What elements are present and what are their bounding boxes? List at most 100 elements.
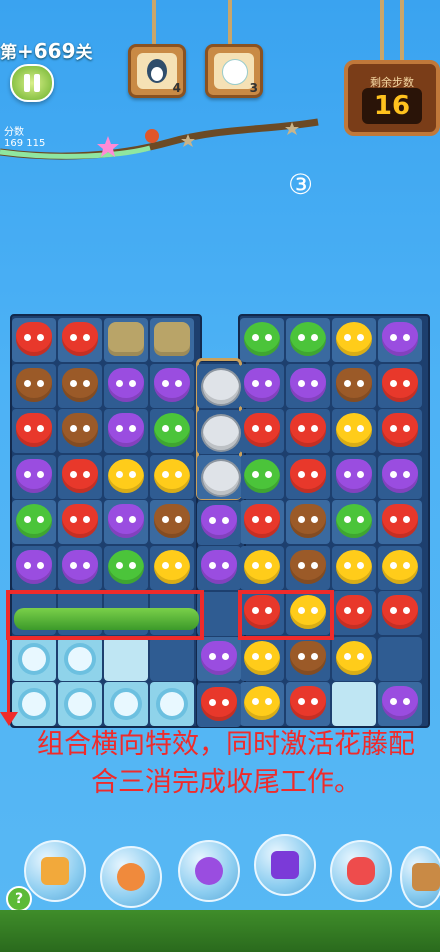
board-cell[interactable] [240, 500, 284, 544]
board-cell[interactable] [197, 500, 241, 545]
board-cell[interactable] [104, 545, 148, 590]
board-cell[interactable] [378, 545, 422, 590]
board-cell[interactable] [286, 454, 330, 499]
leaf-piece-icon [108, 322, 144, 356]
booster-hammer[interactable] [330, 840, 392, 902]
board-cell[interactable] [150, 454, 194, 499]
board-cell[interactable] [12, 363, 56, 408]
owl-piece-icon [382, 458, 418, 493]
fox-piece-icon [244, 504, 280, 538]
board-cell[interactable] [58, 545, 102, 590]
board-cell[interactable] [286, 636, 330, 681]
board-cell[interactable] [12, 636, 56, 681]
level-prefix: 第 [0, 43, 17, 63]
board-cell[interactable] [240, 545, 284, 590]
board-cell[interactable] [378, 318, 422, 362]
board-cell[interactable] [286, 409, 330, 453]
board-cell[interactable] [150, 363, 194, 408]
board-cell[interactable] [150, 636, 194, 681]
pause-button[interactable] [10, 64, 54, 102]
board-cell[interactable] [378, 409, 422, 453]
board-cell[interactable] [150, 318, 194, 362]
board-cell[interactable] [150, 500, 194, 544]
board-cell[interactable] [104, 454, 148, 499]
board-cell[interactable] [104, 318, 148, 362]
board-cell[interactable] [197, 682, 241, 727]
board-cell[interactable] [104, 682, 148, 726]
fox-piece-icon [62, 458, 98, 493]
board-cell[interactable] [104, 500, 148, 544]
board-cell[interactable] [378, 591, 422, 635]
frog-piece-icon [290, 322, 326, 356]
board-cell[interactable] [12, 500, 56, 544]
frog-piece-icon [336, 504, 372, 538]
board-cell[interactable] [240, 318, 284, 362]
board-cell[interactable] [150, 409, 194, 453]
board-cell[interactable] [378, 454, 422, 499]
board-cell[interactable] [12, 545, 56, 590]
board-cell[interactable] [104, 363, 148, 408]
board-cell[interactable] [332, 318, 376, 362]
board-cell[interactable] [240, 682, 284, 726]
board-cell[interactable] [286, 500, 330, 544]
board-cell[interactable] [378, 636, 422, 681]
frog-piece-icon [244, 322, 280, 356]
board-cell[interactable] [332, 682, 376, 726]
board-cell[interactable] [12, 318, 56, 362]
help-button[interactable]: ? [6, 886, 32, 912]
board-cell[interactable] [286, 318, 330, 362]
chick-piece-icon [336, 322, 372, 356]
board-cell[interactable] [12, 682, 56, 726]
board-cell[interactable] [286, 363, 330, 408]
owl-piece-icon [244, 367, 280, 402]
board-cell[interactable] [286, 545, 330, 590]
board-cell[interactable] [58, 682, 102, 726]
rope-decoration [400, 0, 404, 60]
board-cell[interactable] [332, 454, 376, 499]
board-cell[interactable] [104, 409, 148, 453]
board-cell[interactable] [378, 500, 422, 544]
board-cell[interactable] [378, 682, 422, 726]
frog-piece-icon [16, 504, 52, 538]
board-cell[interactable] [240, 636, 284, 681]
booster-shuffle[interactable] [24, 840, 86, 902]
board-cell[interactable] [197, 546, 241, 590]
board-cell[interactable] [150, 545, 194, 590]
booster-swap[interactable] [178, 840, 240, 902]
board-cell[interactable] [58, 454, 102, 499]
board-cell[interactable] [197, 637, 241, 681]
board-cell[interactable] [150, 682, 194, 726]
extra-booster-icon [412, 863, 440, 891]
booster-row-clear[interactable] [254, 834, 316, 896]
fox-piece-icon [62, 504, 98, 538]
owl-piece-icon [108, 504, 144, 538]
board-cell[interactable] [58, 363, 102, 408]
board-cell[interactable] [12, 454, 56, 499]
board-cell[interactable] [197, 455, 241, 499]
board-cell[interactable] [240, 363, 284, 408]
level-indicator: 第+669关 [0, 38, 93, 63]
board-cell[interactable] [197, 364, 241, 408]
board-cell[interactable] [332, 591, 376, 635]
board-cell[interactable] [378, 363, 422, 408]
booster-clock[interactable] [100, 846, 162, 908]
board-cell[interactable] [197, 409, 241, 454]
board-cell[interactable] [240, 409, 284, 453]
board-cell[interactable] [332, 363, 376, 408]
board-cell[interactable] [286, 682, 330, 726]
board-cell[interactable] [58, 409, 102, 453]
booster-extra[interactable] [400, 846, 440, 908]
board-cell[interactable] [240, 454, 284, 499]
board-cell[interactable] [332, 409, 376, 453]
step-marker: ③ [288, 168, 314, 201]
board-cell[interactable] [12, 409, 56, 453]
moves-remaining-panel: 剩余步数 16 [344, 60, 440, 136]
board-cell[interactable] [332, 500, 376, 544]
board-cell[interactable] [104, 636, 148, 681]
board-cell[interactable] [58, 318, 102, 362]
frog-piece-icon [244, 458, 280, 493]
board-cell[interactable] [58, 500, 102, 544]
board-cell[interactable] [332, 636, 376, 681]
board-cell[interactable] [332, 545, 376, 590]
board-cell[interactable] [58, 636, 102, 681]
